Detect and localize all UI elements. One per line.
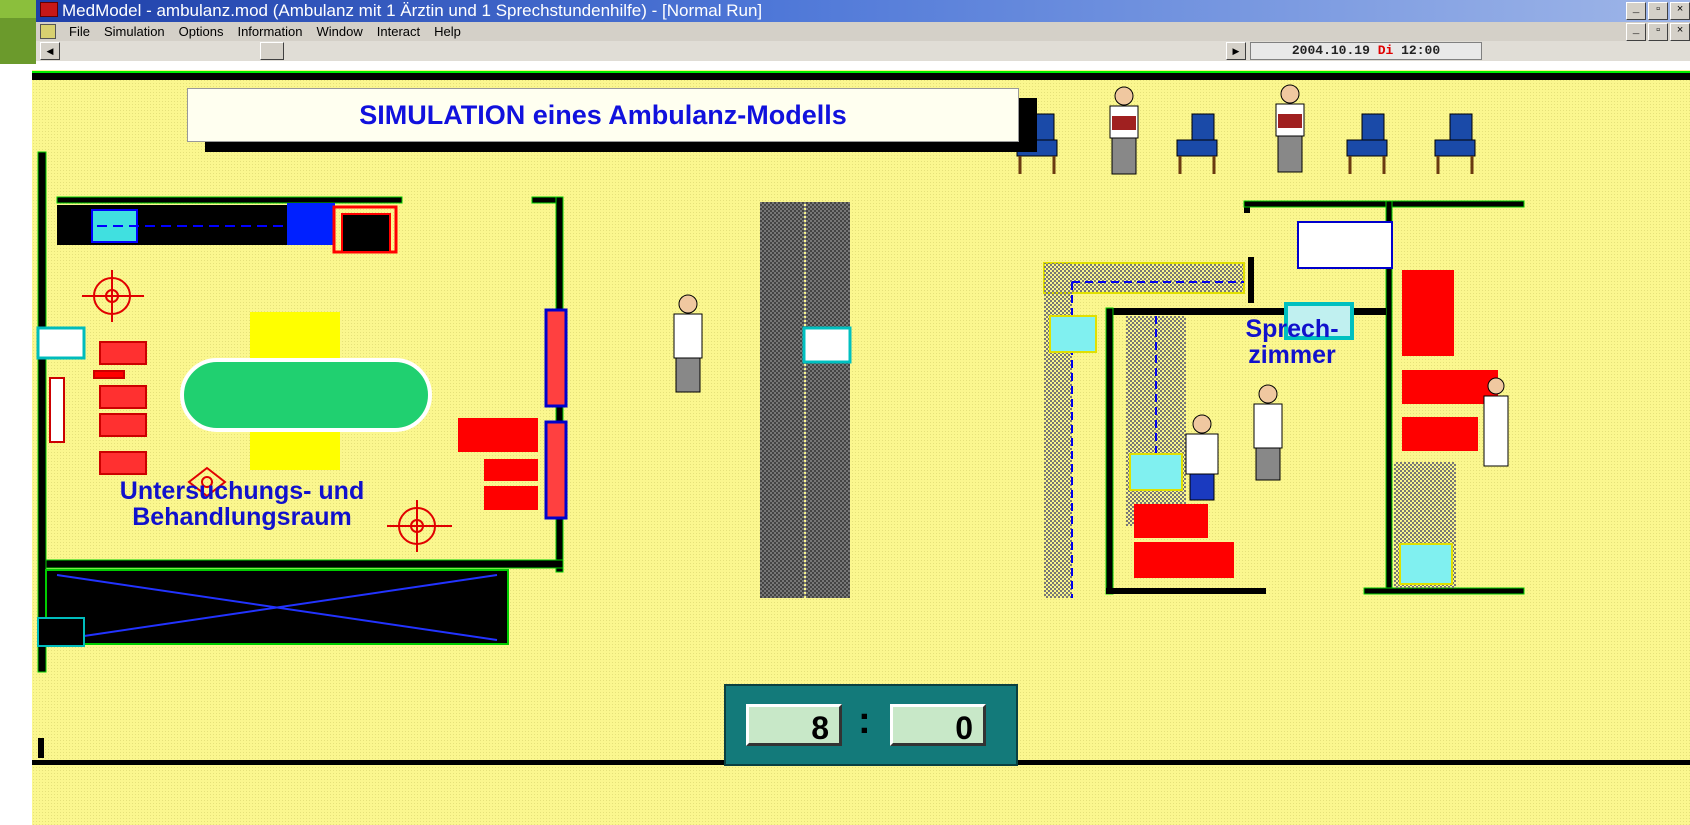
arrow-left-icon[interactable]: ◀ — [40, 42, 60, 60]
sim-date: 2004.10.19 — [1291, 43, 1370, 58]
menu-bar: File Simulation Options Information Wind… — [36, 22, 1690, 41]
consult-cabinet-3 — [1402, 417, 1478, 451]
clock-separator: : — [858, 700, 871, 742]
exam-table — [180, 358, 432, 432]
patient-icon — [673, 294, 703, 393]
treatment-room-label: Untersuchungs- und Behandlungsraum — [62, 478, 422, 530]
chair-icon — [1016, 113, 1476, 157]
treatment-wall-top — [56, 196, 403, 204]
desk-station-3 — [1399, 543, 1453, 585]
clock-minutes: 0 — [890, 704, 986, 746]
minimize-button[interactable]: _ — [1626, 2, 1646, 20]
doc-minimize-button[interactable]: _ — [1626, 23, 1646, 41]
consultation-room-label-line2: zimmer — [1248, 341, 1336, 369]
chair-legs — [1018, 156, 1474, 174]
consult-wall-left — [1105, 307, 1114, 595]
red-cabinet-2 — [484, 459, 538, 481]
corridor-door — [802, 326, 852, 364]
sim-weekday: Di — [1377, 43, 1394, 58]
equipment-blue — [287, 203, 335, 245]
consultation-room-label: Sprech- zimmer — [1212, 316, 1372, 368]
red-cabinet-3 — [484, 486, 538, 510]
doctor-icon — [1185, 414, 1219, 501]
window-title: MedModel - ambulanz.mod (Ambulanz mit 1 … — [62, 1, 763, 20]
menu-simulation[interactable]: Simulation — [97, 22, 172, 41]
consult-wall-stub — [1248, 257, 1254, 303]
patient-icon — [1253, 384, 1283, 481]
consult-wall-top — [1243, 200, 1525, 208]
simulation-layout[interactable]: SIMULATION eines Ambulanz-Modells Unters… — [32, 70, 1690, 825]
medmodel-app-icon[interactable] — [40, 2, 58, 17]
left-wall-stub — [38, 738, 44, 758]
red-cabinet-1 — [458, 418, 538, 452]
arrow-right-icon[interactable]: ▶ — [1226, 42, 1246, 60]
simulation-clock: 8 : 0 — [724, 684, 1018, 766]
door-left — [36, 326, 86, 360]
horizontal-scrollbar[interactable]: ◀ ▶ 2004.10.19 Di 12:00 — [36, 41, 1690, 61]
treatment-wall-bottom — [45, 559, 564, 569]
simulation-clock-display: 2004.10.19 Di 12:00 — [1250, 42, 1482, 60]
left-wall — [37, 151, 47, 673]
sim-time: 12:00 — [1401, 43, 1441, 58]
consult-wall-bottom — [1106, 588, 1266, 594]
door-treatment-1 — [544, 308, 568, 408]
consult-desk-2 — [1134, 542, 1234, 578]
crosshair-lamp-1 — [82, 270, 144, 322]
clock-hours: 8 — [746, 704, 842, 746]
outer-wall-top — [32, 73, 1690, 80]
menu-help[interactable]: Help — [427, 22, 468, 41]
document-window-controls: _ ▫ × — [1626, 23, 1690, 41]
banner-title: SIMULATION eines Ambulanz-Modells — [359, 99, 847, 130]
menu-options[interactable]: Options — [172, 22, 231, 41]
close-button[interactable]: × — [1670, 2, 1690, 20]
desk-station-1 — [1049, 315, 1097, 353]
menu-window[interactable]: Window — [310, 22, 370, 41]
window-controls: _ ▫ × — [1626, 2, 1690, 20]
treatment-room-label-line2: Behandlungsraum — [132, 503, 352, 531]
consult-cabinet-1 — [1402, 270, 1454, 356]
door-treatment-2 — [544, 420, 568, 520]
waiting-patient-icon — [1109, 86, 1139, 175]
consultation-room-label-line1: Sprech- — [1245, 315, 1339, 343]
maximize-button[interactable]: ▫ — [1648, 2, 1668, 20]
consult-window — [1297, 221, 1393, 269]
menu-interact[interactable]: Interact — [370, 22, 427, 41]
scrollbar-thumb[interactable] — [260, 42, 284, 60]
window-titlebar[interactable]: MedModel - ambulanz.mod (Ambulanz mit 1 … — [36, 0, 1690, 22]
corridor-strip — [760, 202, 850, 598]
doc-restore-button[interactable]: ▫ — [1648, 23, 1668, 41]
doc-close-button[interactable]: × — [1670, 23, 1690, 41]
treatment-room-label-line1: Untersuchungs- und — [119, 477, 365, 505]
consult-desk-1 — [1134, 504, 1208, 538]
document-icon[interactable] — [40, 24, 56, 39]
storage-door — [37, 617, 85, 647]
menu-file[interactable]: File — [62, 22, 97, 41]
consult-wall-bottom-right — [1363, 587, 1525, 595]
small-equipment — [49, 341, 147, 475]
equipment-cabinet-inner — [341, 213, 391, 253]
menu-information[interactable]: Information — [230, 22, 309, 41]
waiting-patient-icon — [1275, 84, 1305, 173]
desk-station-2 — [1129, 453, 1183, 491]
simulation-title-banner: SIMULATION eines Ambulanz-Modells — [187, 88, 1019, 142]
